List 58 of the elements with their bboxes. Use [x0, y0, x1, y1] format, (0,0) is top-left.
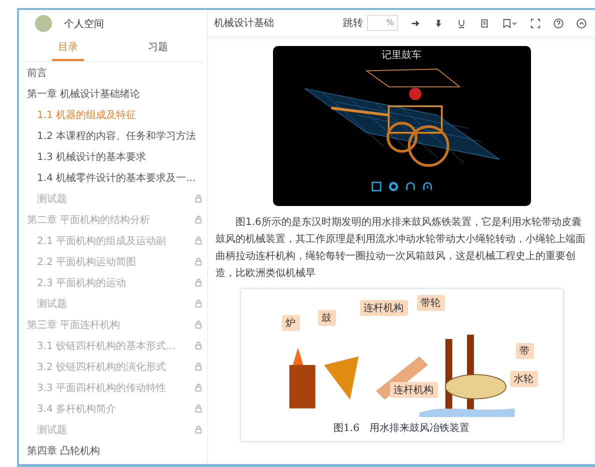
section-item[interactable]: 2.1 平面机构的组成及运动副: [27, 230, 203, 251]
viewer-title: 记里鼓车: [382, 48, 422, 62]
lock-icon: [194, 341, 203, 350]
figure-caption: 图1.6 用水排来鼓风冶铁装置: [334, 422, 470, 435]
section-item[interactable]: 测试题: [27, 419, 203, 440]
section-item[interactable]: 1.2 本课程的内容、任务和学习方法: [27, 125, 203, 146]
section-item[interactable]: 3.2 铰链四杆机构的演化形式: [27, 356, 203, 377]
lock-icon: [194, 257, 203, 266]
section-item[interactable]: 3.3 平面四杆机构的传动特性: [27, 377, 203, 398]
note-icon[interactable]: [479, 18, 490, 28]
tab[interactable]: 目录: [52, 36, 84, 61]
book-title: 机械设计基础: [214, 16, 274, 30]
user-name[interactable]: 个人空间: [64, 16, 104, 30]
tab[interactable]: 习题: [142, 36, 174, 61]
body-paragraph: 图1.6所示的是东汉时期发明的用水排来鼓风炼铁装置，它是利用水轮带动皮囊鼓风的机械装置，其工作原理是利用流水冲动水轮带动大小绳轮转动，小绳轮上端面曲柄拉动连杆机构，绳轮每转一圈拉动一次风箱鼓风，这是机械工程史上的重要创造，比欧洲类似机械早: [216, 216, 586, 281]
section-item[interactable]: 测试题: [27, 293, 203, 314]
lock-icon: [194, 194, 203, 203]
figure-label: 带: [516, 342, 534, 359]
help-icon[interactable]: [553, 18, 564, 28]
chapter-item[interactable]: 第一章 机械设计基础绪论: [27, 83, 203, 104]
collapse-icon[interactable]: [576, 18, 587, 28]
lock-icon: [194, 215, 203, 224]
lock-icon: [194, 299, 203, 308]
section-item[interactable]: 1.4 机械零件设计的基本要求及一...: [27, 167, 203, 188]
gauge-icon[interactable]: [422, 181, 432, 192]
lock-icon: [194, 425, 203, 434]
figure-label: 鼓: [318, 310, 336, 326]
gauge-icon[interactable]: [404, 181, 416, 192]
lock-icon: [194, 383, 203, 392]
section-item[interactable]: 3.4 多杆机构简介: [27, 398, 203, 419]
chapter-item[interactable]: 第四章 凸轮机构: [27, 440, 203, 461]
chapter-item[interactable]: 前言: [27, 62, 203, 83]
section-item[interactable]: 测试题: [27, 188, 203, 209]
chapter-item[interactable]: 第三章 平面连杆机构: [27, 314, 203, 335]
jump-label: 跳转: [343, 16, 363, 30]
figure-label: 连杆机构: [390, 382, 438, 398]
figure-label: 水轮: [510, 371, 538, 388]
section-item[interactable]: 1.3 机械设计的基本要求: [27, 146, 203, 167]
lock-icon: [194, 236, 203, 245]
lock-icon: [194, 404, 203, 413]
lock-icon: [194, 320, 203, 329]
figure-label: 连杆机构: [360, 300, 408, 316]
lock-icon: [194, 362, 203, 371]
section-item[interactable]: 2.2 平面机构运动简图: [27, 251, 203, 272]
jump-field[interactable]: %: [367, 15, 398, 31]
section-item[interactable]: 1.1 机器的组成及特征: [27, 104, 203, 125]
bookmark-dropdown-icon[interactable]: [502, 18, 518, 28]
avatar-icon: [35, 15, 52, 32]
chapter-item[interactable]: 第二章 平面机构的结构分析: [27, 209, 203, 230]
square-icon[interactable]: [370, 181, 382, 192]
section-item[interactable]: 2.3 平面机构的运动: [27, 272, 203, 293]
fullscreen-icon[interactable]: [530, 18, 541, 28]
section-item[interactable]: 3.1 铰链四杆机构的基本形式...: [27, 335, 203, 356]
model-viewer[interactable]: 记里鼓车: [272, 46, 530, 206]
underline-icon[interactable]: [456, 18, 467, 28]
figure-label: 炉: [282, 315, 300, 332]
figure-label: 带轮: [416, 295, 444, 312]
lock-icon: [194, 278, 203, 287]
